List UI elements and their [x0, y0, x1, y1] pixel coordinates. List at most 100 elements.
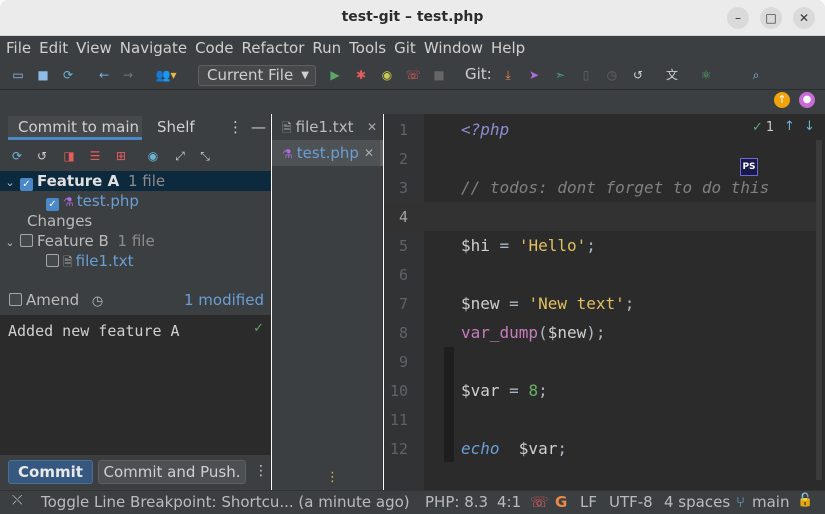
run-config-dropdown[interactable]: Current File ▼	[198, 65, 316, 86]
refresh-icon[interactable]: ⟳	[9, 148, 25, 164]
code-line: $new = 'New text';	[461, 294, 635, 313]
tab-test-php[interactable]: ⚗ test.php ✕	[272, 140, 383, 166]
chevron-down-icon[interactable]: ⌄	[0, 233, 20, 253]
options-icon[interactable]: ⋮	[228, 118, 243, 136]
chevron-down-icon[interactable]: ⌄	[0, 173, 20, 193]
file-encoding[interactable]: UTF-8	[609, 493, 653, 511]
history-icon[interactable]: ◷	[604, 67, 620, 83]
commit-message-area[interactable]: Added new feature A ✓	[0, 315, 271, 455]
next-highlight-icon[interactable]: ↓	[804, 119, 815, 134]
update-available-icon[interactable]: ↑	[774, 92, 790, 108]
history-icon[interactable]: ◷	[92, 294, 103, 309]
editor-tabs: 🗎 file1.txt ✕ ⚗ test.php ✕ ⋮	[272, 114, 383, 490]
save-icon[interactable]: ■	[35, 67, 51, 83]
changelist-icon[interactable]: ☰	[87, 148, 103, 164]
run-config-label: Current File	[207, 66, 294, 84]
editor-scrollbar[interactable]	[816, 140, 822, 480]
git-branch[interactable]: main	[752, 493, 789, 511]
line-separator[interactable]: LF	[580, 493, 597, 511]
file-checkbox[interactable]	[46, 254, 59, 267]
search-icon[interactable]: ⌕	[748, 67, 764, 83]
minimize-button[interactable]: –	[727, 7, 749, 29]
tab-shelf[interactable]: Shelf	[157, 118, 195, 136]
expand-all-icon[interactable]: ⤢	[172, 148, 188, 164]
more-tabs-icon[interactable]: ⋮	[326, 470, 339, 485]
changelist-checkbox[interactable]: ✓	[20, 178, 33, 191]
coverage-icon[interactable]: ◉	[379, 67, 395, 83]
commit-icon[interactable]: ➣	[552, 67, 568, 83]
forward-icon[interactable]: →	[120, 67, 136, 83]
hide-panel-icon[interactable]: —	[251, 118, 266, 136]
translate-icon[interactable]: 文	[664, 67, 680, 83]
code-line: $hi = 'Hello';	[461, 236, 596, 255]
file-row-file1-txt[interactable]: 🗎 file1.txt	[0, 251, 271, 271]
prev-highlight-icon[interactable]: ↑	[784, 119, 795, 134]
menu-edit[interactable]: Edit	[39, 39, 68, 57]
debug-icon[interactable]: ✱	[353, 67, 369, 83]
back-icon[interactable]: ←	[96, 67, 112, 83]
collapse-all-icon[interactable]: ⤡	[197, 148, 213, 164]
lock-icon[interactable]: 🔓	[797, 493, 813, 508]
commit-tool-window: Commit to main Shelf ⋮ — ⟳ ↺ ◨ ☰ ⊞ ◉ ⤢ ⤡…	[0, 114, 271, 490]
open-folder-icon[interactable]: ▭	[10, 67, 26, 83]
tab-commit[interactable]: Commit to main	[8, 116, 142, 140]
menu-refactor[interactable]: Refactor	[241, 39, 304, 57]
caret-position[interactable]: 4:1	[497, 493, 521, 511]
menu-file[interactable]: File	[6, 39, 31, 57]
menu-git[interactable]: Git	[394, 39, 416, 57]
changelist-changes[interactable]: Changes	[0, 211, 271, 231]
phpstorm-icon[interactable]: PS	[740, 158, 758, 176]
status-message[interactable]: Toggle Line Breakpoint: Shortcu... (a mi…	[41, 493, 410, 511]
code-editor[interactable]: 1 2 3 4 5 6 7 8 9 10 11 12 <?php // todo…	[384, 114, 825, 490]
plugin-icon[interactable]: ●	[799, 92, 815, 108]
stop-icon[interactable]: ■	[431, 67, 447, 83]
more-options-icon[interactable]: ⋮	[254, 463, 268, 479]
sync-icon[interactable]: ⟳	[60, 67, 76, 83]
google-icon[interactable]: G	[555, 493, 567, 511]
scope-indicator	[444, 347, 454, 462]
chevron-down-icon: ▼	[301, 70, 309, 81]
breakpoint-icon[interactable]: ⤬	[12, 493, 22, 508]
close-button[interactable]: ✕	[793, 7, 815, 29]
menu-navigate[interactable]: Navigate	[120, 39, 187, 57]
modified-link[interactable]: 1 modified	[184, 290, 264, 310]
changelist-feature-b[interactable]: ⌄ Feature B 1 file	[0, 231, 271, 251]
menu-view[interactable]: View	[76, 39, 112, 57]
update-project-icon[interactable]: ⤓	[500, 67, 516, 83]
shelve-icon[interactable]: ⊞	[113, 148, 129, 164]
menu-help[interactable]: Help	[491, 39, 525, 57]
tab-file1-txt[interactable]: 🗎 file1.txt ✕	[272, 114, 383, 140]
menu-tools[interactable]: Tools	[349, 39, 386, 57]
amend-checkbox[interactable]	[9, 293, 22, 306]
changelist-checkbox[interactable]	[20, 234, 33, 247]
rollback-icon[interactable]: ↺	[630, 67, 646, 83]
menu-run[interactable]: Run	[312, 39, 341, 57]
line-number: 1	[398, 121, 408, 139]
menu-code[interactable]: Code	[195, 39, 233, 57]
tab-label: file1.txt	[295, 118, 354, 136]
line-number: 9	[398, 353, 408, 371]
inspection-check-icon[interactable]: ✓ 1	[752, 120, 774, 135]
file-row-test-php[interactable]: ✓ ⚗ test.php	[0, 191, 271, 211]
rollback-icon[interactable]: ↺	[34, 148, 50, 164]
file-checkbox[interactable]: ✓	[46, 198, 59, 211]
menu-window[interactable]: Window	[424, 39, 483, 57]
commit-and-push-button[interactable]: Commit and Push.	[98, 460, 246, 484]
run-icon[interactable]: ▶	[327, 67, 343, 83]
annotate-icon[interactable]: ▯	[578, 67, 594, 83]
commit-button[interactable]: Commit	[8, 460, 93, 484]
push-icon[interactable]: ➤	[526, 67, 542, 83]
ai-assistant-icon[interactable]: ⚛	[698, 67, 714, 83]
changelist-feature-a[interactable]: ⌄ ✓ Feature A 1 file	[0, 171, 271, 191]
diff-icon[interactable]: ◨	[61, 148, 77, 164]
close-icon[interactable]: ✕	[367, 114, 377, 140]
git-branch-icon[interactable]: ⑂	[736, 493, 745, 511]
close-icon[interactable]: ✕	[364, 140, 374, 166]
debug-listener-icon[interactable]: ☏	[530, 493, 549, 511]
eye-icon[interactable]: ◉	[145, 148, 161, 164]
users-icon[interactable]: 👥▾	[154, 67, 178, 83]
listen-debug-icon[interactable]: ☏	[405, 67, 421, 83]
php-version[interactable]: PHP: 8.3	[425, 493, 488, 511]
maximize-button[interactable]: □	[760, 7, 782, 29]
indent-setting[interactable]: 4 spaces	[664, 493, 730, 511]
